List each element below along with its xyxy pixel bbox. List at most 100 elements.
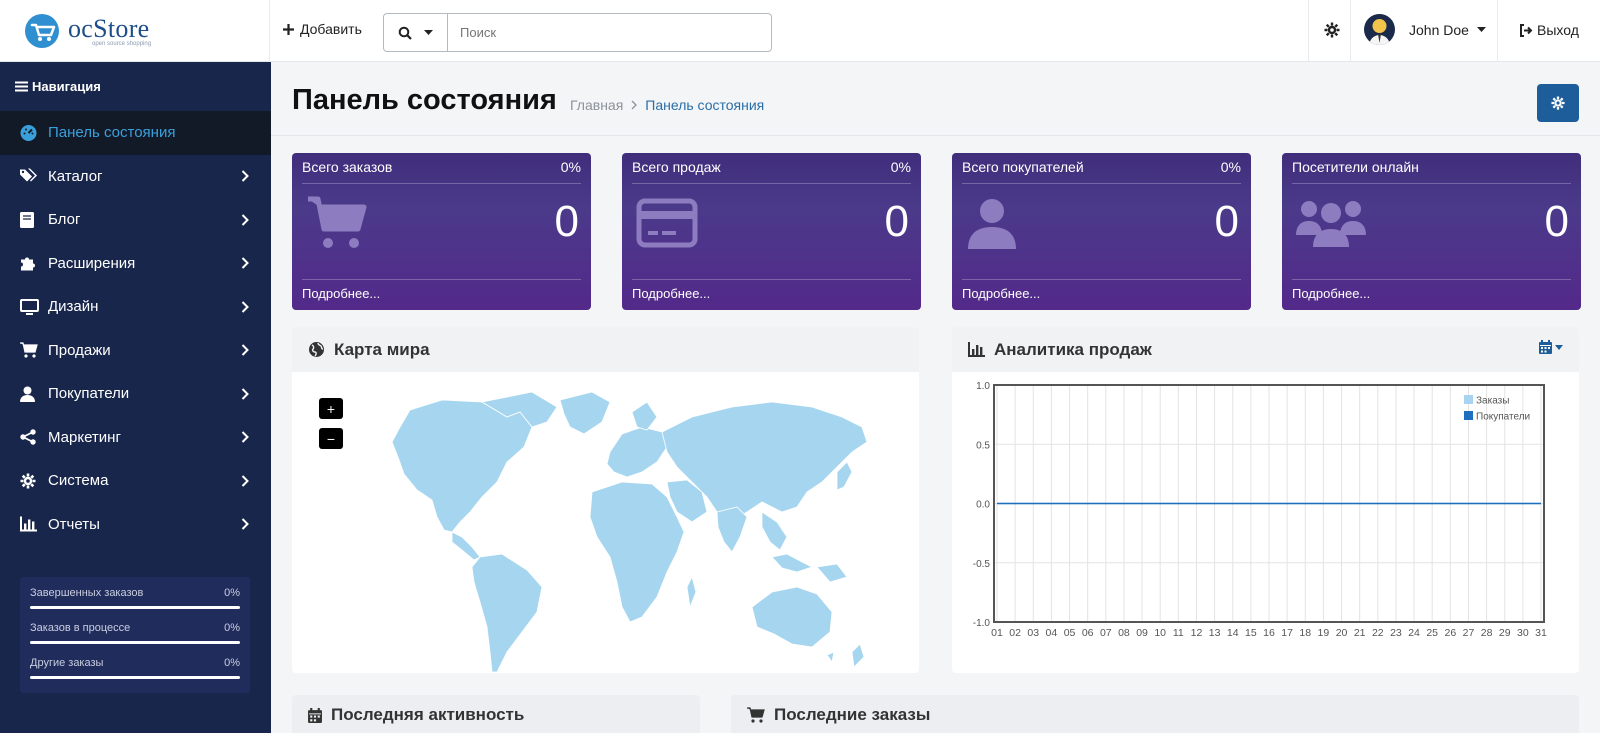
page-title: Панель состояния <box>292 84 557 116</box>
search-type-dropdown[interactable] <box>384 14 448 51</box>
x-tick-label: 22 <box>1372 627 1384 639</box>
x-tick-label: 21 <box>1354 627 1366 639</box>
x-tick-label: 19 <box>1318 627 1330 639</box>
tile-online-visitors: Посетители онлайн 0 Подробнее... <box>1282 153 1581 310</box>
user-icon <box>968 199 1016 249</box>
puzzle-icon <box>21 257 35 271</box>
stat-progress-bar <box>30 641 240 644</box>
logout-label: Выход <box>1537 22 1579 38</box>
tile-title: Всего покупателей <box>962 159 1084 175</box>
x-tick-label: 14 <box>1227 627 1239 639</box>
logo[interactable]: ocStore open source shopping <box>0 0 270 62</box>
x-tick-label: 28 <box>1481 627 1493 639</box>
x-tick-label: 10 <box>1154 627 1166 639</box>
stat-completed: Завершенных заказов 0% <box>30 577 240 612</box>
tile-more-link[interactable]: Подробнее... <box>302 286 380 301</box>
sidebar-item-reports[interactable]: Отчеты <box>0 503 271 547</box>
credit-card-icon <box>636 198 698 248</box>
world-map-card: Карта мира + − <box>292 327 919 673</box>
sidebar-item-design[interactable]: Дизайн <box>0 285 271 329</box>
add-button-label: Добавить <box>300 21 362 37</box>
tile-value: 0 <box>554 197 579 246</box>
x-tick-label: 02 <box>1009 627 1021 639</box>
x-tick-label: 13 <box>1209 627 1221 639</box>
y-tick-label: 1.0 <box>976 381 990 392</box>
breadcrumb-current[interactable]: Панель состояния <box>645 97 764 113</box>
avatar <box>1364 14 1395 45</box>
dashboard-settings-button[interactable] <box>1537 84 1579 122</box>
stat-progress-bar <box>30 606 240 609</box>
logo-tagline: open source shopping <box>92 41 152 47</box>
order-stats: Завершенных заказов 0% Заказов в процесс… <box>20 577 250 693</box>
sidebar-item-extensions[interactable]: Расширения <box>0 242 271 286</box>
x-tick-label: 03 <box>1027 627 1039 639</box>
sidebar-item-customers[interactable]: Покупатели <box>0 372 271 416</box>
card-header: Аналитика продаж <box>952 327 1579 372</box>
sidebar-item-marketing[interactable]: Маркетинг <box>0 416 271 460</box>
card-header: Последние заказы <box>731 695 1579 733</box>
sidebar-item-label: Панель состояния <box>48 124 176 142</box>
tile-total-orders: Всего заказов 0% 0 Подробнее... <box>292 153 591 310</box>
calendar-icon <box>1539 340 1552 354</box>
nav-title[interactable]: Навигация <box>0 62 271 111</box>
breadcrumb: Главная Панель состояния <box>570 97 764 113</box>
x-tick-label: 24 <box>1408 627 1420 639</box>
sidebar-item-label: Блог <box>48 211 81 229</box>
x-tick-label: 15 <box>1245 627 1257 639</box>
dashboard-icon <box>20 124 37 141</box>
tile-more-link[interactable]: Подробнее... <box>962 286 1040 301</box>
tile-more-link[interactable]: Подробнее... <box>1292 286 1370 301</box>
sidebar-item-label: Маркетинг <box>48 428 121 446</box>
users-icon <box>1296 201 1366 247</box>
sidebar-item-label: Продажи <box>48 341 111 359</box>
sidebar-item-label: Отчеты <box>48 515 100 533</box>
sidebar-item-label: Покупатели <box>48 385 130 403</box>
user-icon <box>20 386 35 402</box>
stat-percent: 0% <box>224 587 240 599</box>
x-tick-label: 26 <box>1444 627 1456 639</box>
share-icon <box>20 429 36 445</box>
add-button[interactable]: Добавить <box>282 21 362 37</box>
card-title: Последние заказы <box>774 705 931 724</box>
breadcrumb-home[interactable]: Главная <box>570 97 623 113</box>
y-tick-label: 0.5 <box>976 440 990 451</box>
stat-other: Другие заказы 0% <box>30 647 240 682</box>
legend-label: Покупатели <box>1476 412 1530 423</box>
x-tick-label: 29 <box>1499 627 1511 639</box>
sidebar-item-system[interactable]: Система <box>0 459 271 503</box>
sidebar-item-catalog[interactable]: Каталог <box>0 155 271 199</box>
card-header: Последняя активность <box>292 695 700 733</box>
legend-swatch <box>1464 411 1473 420</box>
user-menu[interactable]: John Doe <box>1364 14 1486 45</box>
tile-total-sales: Всего продаж 0% 0 Подробнее... <box>622 153 921 310</box>
card-title: Последняя активность <box>331 705 525 724</box>
tile-more-link[interactable]: Подробнее... <box>632 286 710 301</box>
logout-button[interactable]: Выход <box>1519 22 1579 38</box>
sidebar-item-dashboard[interactable]: Панель состояния <box>0 111 271 155</box>
tile-title: Посетители онлайн <box>1292 159 1419 175</box>
x-tick-label: 12 <box>1191 627 1203 639</box>
theme-settings-icon[interactable] <box>1324 22 1340 38</box>
x-tick-label: 16 <box>1263 627 1275 639</box>
sidebar-item-sales[interactable]: Продажи <box>0 329 271 373</box>
stat-label: Завершенных заказов <box>30 587 144 599</box>
sidebar-item-label: Расширения <box>48 254 136 272</box>
sales-chart: 1.0 0.5 0.0 -0.5 -1.001 02 03 04 05 06 07 08 09 10 11 1… <box>973 381 1547 639</box>
tile-percent: 0% <box>890 159 911 175</box>
y-tick-label: -0.5 <box>973 559 991 570</box>
gear-icon <box>1551 96 1565 110</box>
search-input[interactable] <box>448 14 771 51</box>
tags-icon <box>20 168 37 182</box>
x-tick-label: 18 <box>1299 627 1311 639</box>
x-tick-label: 23 <box>1390 627 1402 639</box>
sidebar-item-blog[interactable]: Блог <box>0 198 271 242</box>
date-range-dropdown[interactable] <box>1539 340 1563 354</box>
sidebar-item-label: Каталог <box>48 167 103 185</box>
sidebar: Навигация Панель состояния Каталог Блог … <box>0 62 271 733</box>
chevron-right-icon <box>241 170 249 182</box>
tile-value: 0 <box>1544 197 1569 246</box>
menu-icon <box>15 81 28 92</box>
world-map[interactable] <box>292 372 919 672</box>
recent-activity-card: Последняя активность <box>292 695 700 733</box>
tile-title: Всего продаж <box>632 159 721 175</box>
